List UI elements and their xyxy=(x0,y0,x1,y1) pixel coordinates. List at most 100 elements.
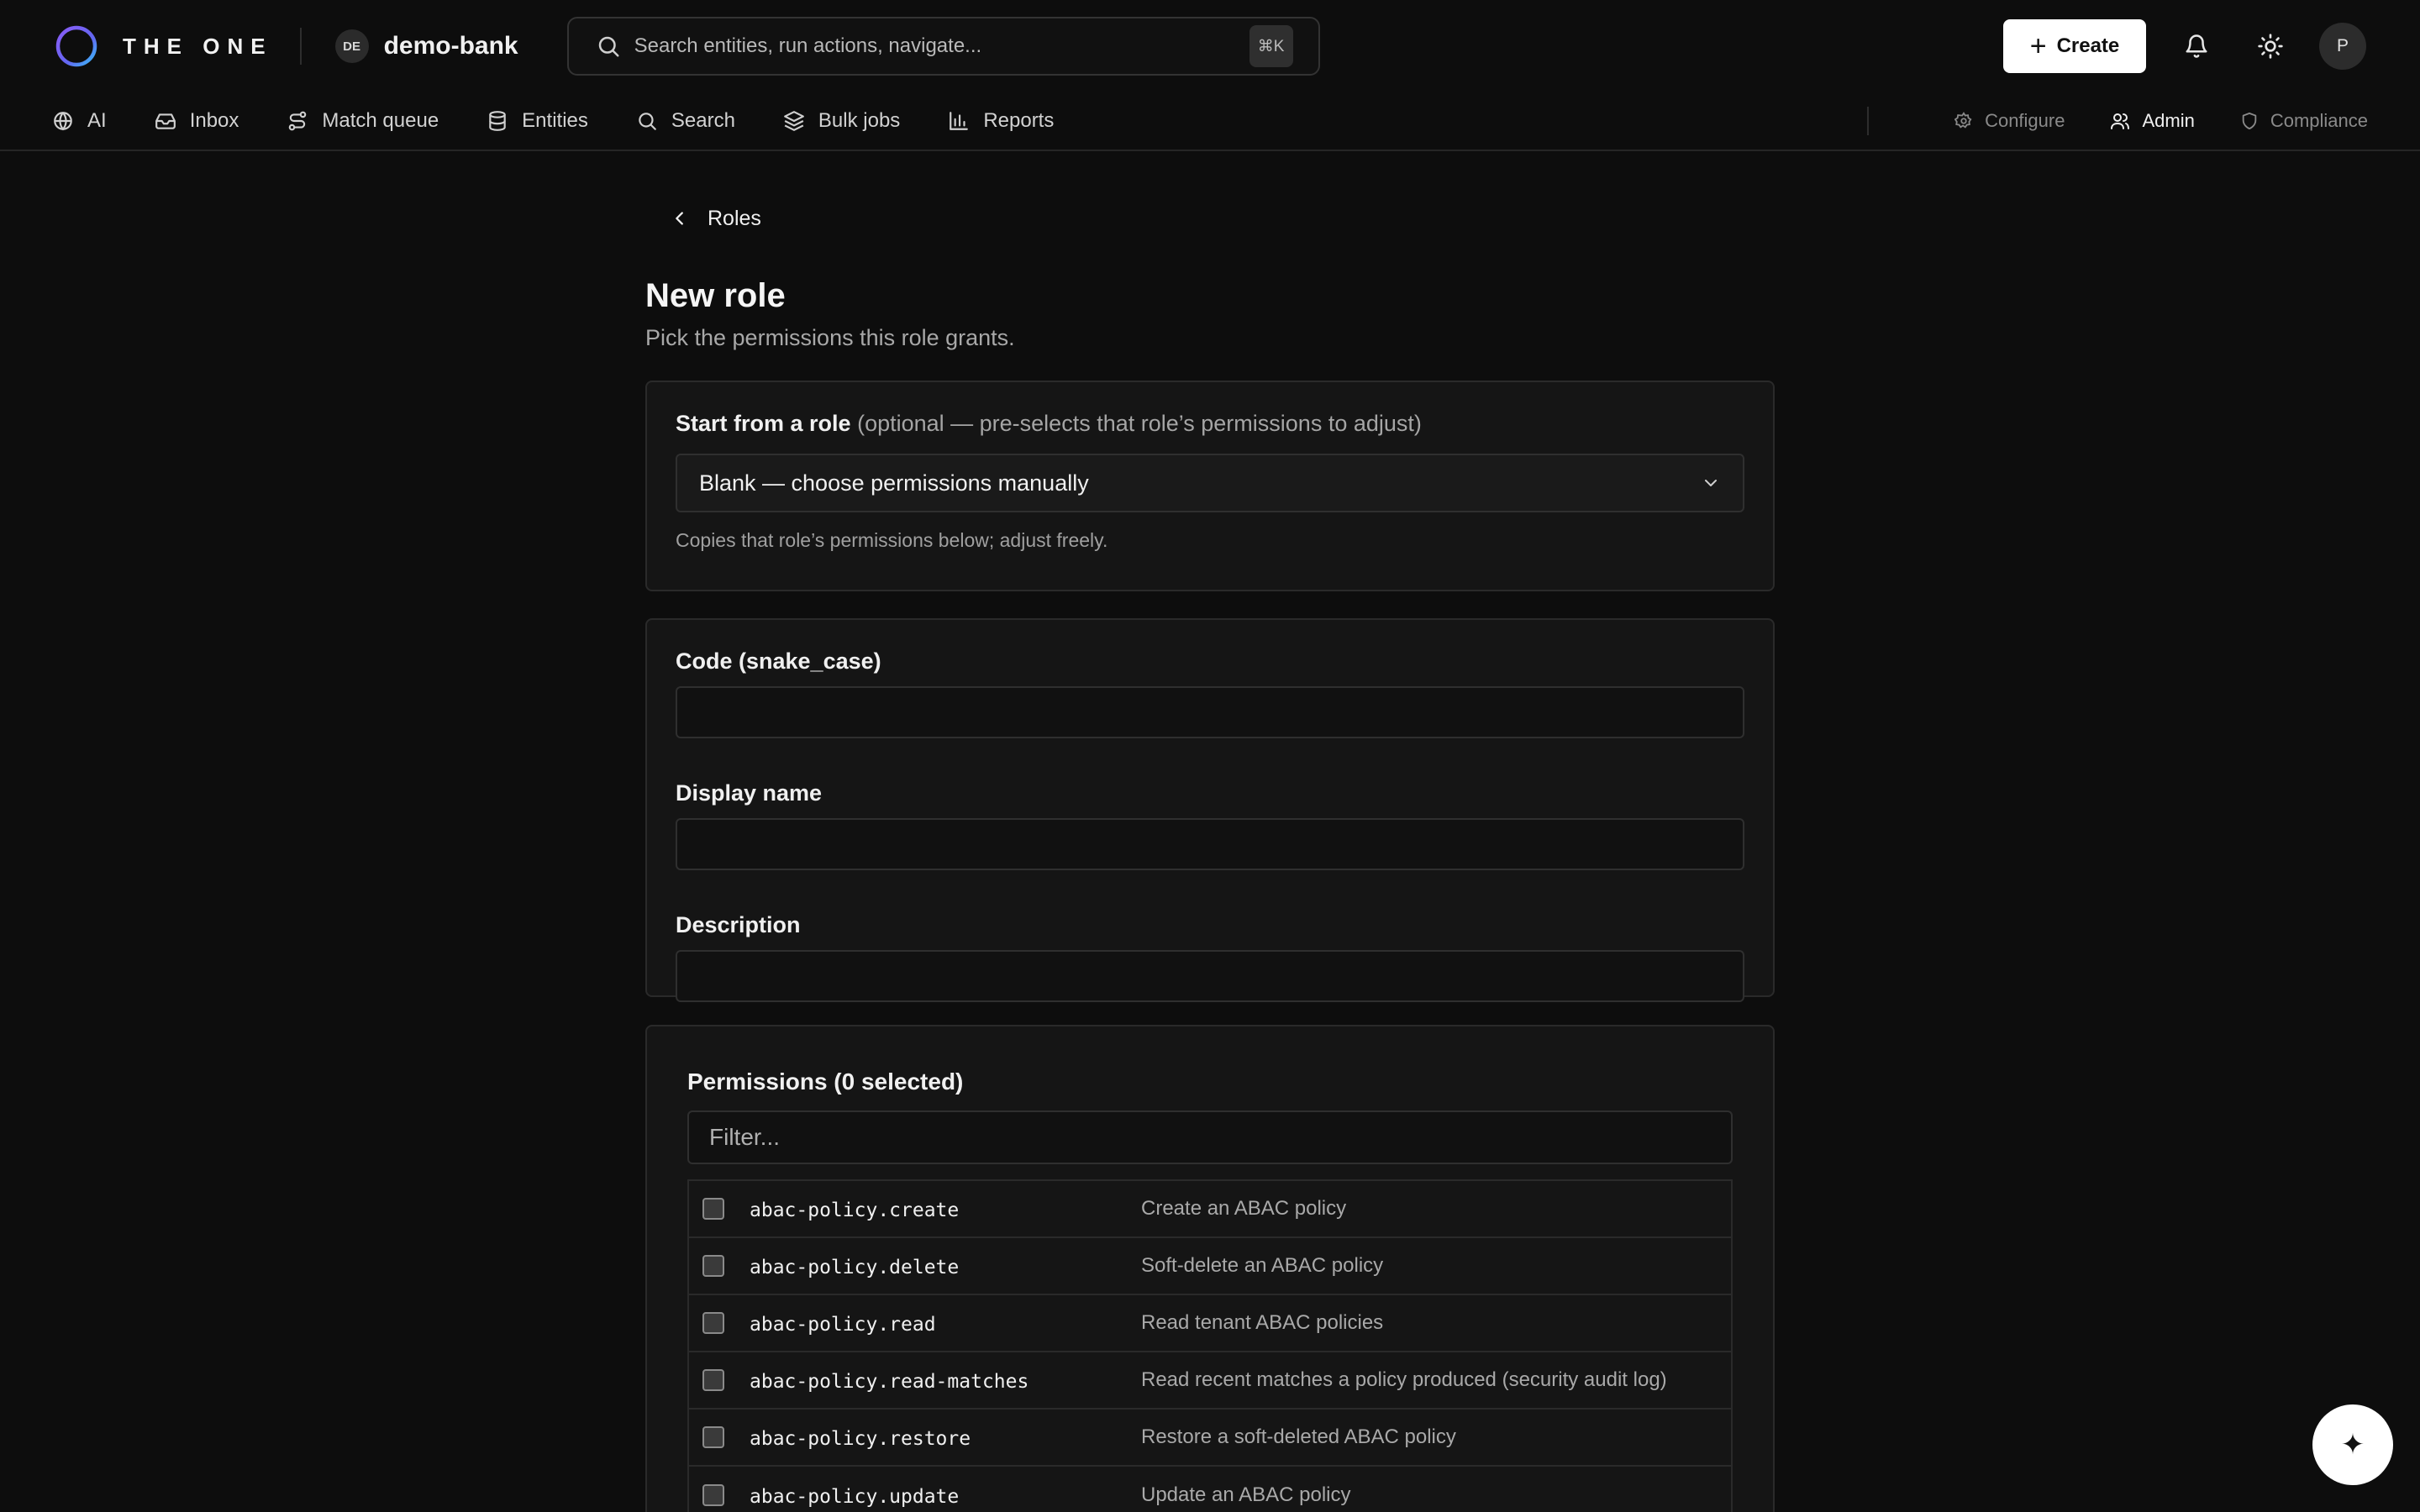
template-card: Start from a role (optional — pre-select… xyxy=(645,381,1775,591)
notifications-button[interactable] xyxy=(2170,19,2223,73)
search-shortcut: ⌘K xyxy=(1249,25,1293,67)
nav-item-bulk-jobs[interactable]: Bulk jobs xyxy=(783,109,900,133)
nav-item-ai[interactable]: AI xyxy=(52,109,107,133)
assistant-button[interactable]: ✦ xyxy=(2312,1404,2393,1485)
nav-item-search[interactable]: Search xyxy=(636,109,735,133)
main-nav: AI Inbox Match queue Entities Search Bul… xyxy=(0,92,2420,151)
nav-item-label: Compliance xyxy=(2270,110,2368,131)
chevron-left-icon xyxy=(676,212,683,225)
permission-description: Restore a soft-deleted ABAC policy xyxy=(1141,1425,1456,1448)
permission-row[interactable]: abac-policy.create Create an ABAC policy xyxy=(689,1181,1731,1238)
template-hint: Copies that role’s permissions below; ad… xyxy=(676,529,1108,551)
shield-icon xyxy=(2242,112,2257,130)
back-link[interactable]: Roles xyxy=(671,202,1775,235)
permission-description: Read recent matches a policy produced (s… xyxy=(1141,1368,1667,1391)
nav-item-label: AI xyxy=(87,109,107,132)
permissions-title: Permissions (0 selected) xyxy=(687,1068,964,1095)
display-name-input[interactable] xyxy=(676,818,1744,870)
permission-row[interactable]: abac-policy.restore Restore a soft-delet… xyxy=(689,1410,1731,1467)
permission-checkbox[interactable] xyxy=(702,1369,724,1391)
permission-code: abac-policy.read-matches xyxy=(750,1371,1029,1393)
permission-description: Update an ABAC policy xyxy=(1141,1483,1351,1506)
description-label: Description xyxy=(676,912,801,937)
back-link-label: Roles xyxy=(708,206,761,230)
permission-code: abac-policy.read xyxy=(750,1314,936,1336)
main-content: Roles New role Pick the permissions this… xyxy=(645,202,1775,1512)
code-input[interactable] xyxy=(676,686,1744,738)
users-icon xyxy=(2111,113,2130,129)
globe-icon xyxy=(54,112,72,131)
template-role-value: Blank — choose permissions manually xyxy=(699,470,1089,496)
brand-name: THE ONE xyxy=(123,33,273,59)
permission-checkbox[interactable] xyxy=(702,1484,724,1506)
bar-chart-icon xyxy=(950,112,969,130)
permission-code: abac-policy.restore xyxy=(750,1428,971,1450)
nav-item-match-queue[interactable]: Match queue xyxy=(287,109,439,133)
nav-item-reports[interactable]: Reports xyxy=(948,109,1054,133)
nav-item-entities[interactable]: Entities xyxy=(487,109,588,133)
nav-item-configure[interactable]: Configure xyxy=(1954,110,2065,132)
tenant-name: demo-bank xyxy=(383,32,518,60)
inbox-icon xyxy=(155,113,176,129)
page-subtitle: Pick the permissions this role grants. xyxy=(645,325,1015,350)
nav-item-label: Reports xyxy=(983,109,1055,132)
permission-checkbox[interactable] xyxy=(702,1255,724,1277)
nav-item-label: Search xyxy=(671,109,735,132)
route-icon xyxy=(289,111,307,131)
database-icon xyxy=(489,111,506,131)
nav-item-inbox[interactable]: Inbox xyxy=(155,109,239,133)
layers-icon xyxy=(784,111,804,131)
permission-code: abac-policy.update xyxy=(750,1486,960,1508)
nav-item-admin[interactable]: Admin xyxy=(2110,110,2195,132)
nav-item-compliance[interactable]: Compliance xyxy=(2240,110,2368,132)
permissions-filter-input[interactable] xyxy=(687,1110,1733,1164)
permission-code: abac-policy.delete xyxy=(750,1257,960,1278)
create-button-label: Create xyxy=(2056,34,2120,57)
sun-icon xyxy=(2258,34,2283,59)
search-icon xyxy=(639,113,656,130)
top-bar: THE ONE DE demo-bank Search entities, ru… xyxy=(0,0,2420,92)
nav-item-label: Inbox xyxy=(189,109,239,132)
permission-description: Soft-delete an ABAC policy xyxy=(1141,1254,1384,1277)
permission-description: Read tenant ABAC policies xyxy=(1141,1311,1384,1334)
bell-icon xyxy=(2186,34,2207,58)
nav-item-label: Bulk jobs xyxy=(818,109,901,132)
gear-icon xyxy=(1954,112,1972,129)
user-avatar[interactable]: P xyxy=(2319,23,2366,70)
search-placeholder: Search entities, run actions, navigate..… xyxy=(634,34,982,57)
template-label-note: (optional — pre-selects that role’s perm… xyxy=(857,411,1422,436)
nav-item-label: Entities xyxy=(522,109,588,132)
permission-code: abac-policy.create xyxy=(750,1200,960,1221)
code-label: Code (snake_case) xyxy=(676,648,881,674)
nav-item-label: Admin xyxy=(2142,110,2195,131)
tenant-switcher[interactable]: DE demo-bank xyxy=(334,29,518,63)
search-icon xyxy=(598,36,619,57)
create-button[interactable]: + Create xyxy=(2003,19,2146,73)
permission-row[interactable]: abac-policy.read Read tenant ABAC polici… xyxy=(689,1295,1731,1352)
nav-item-label: Configure xyxy=(1985,110,2065,131)
permissions-table: abac-policy.create Create an ABAC policy… xyxy=(687,1179,1733,1512)
sparkle-icon: ✦ xyxy=(2340,1429,2365,1461)
role-details-card: Code (snake_case) Display name Descripti… xyxy=(645,618,1775,1002)
theme-toggle-button[interactable] xyxy=(2244,19,2297,73)
permission-description: Create an ABAC policy xyxy=(1141,1197,1347,1220)
display-name-label: Display name xyxy=(676,780,823,806)
permission-checkbox[interactable] xyxy=(702,1198,724,1220)
global-search[interactable]: Search entities, run actions, navigate..… xyxy=(566,17,1320,76)
code-field-group: Code (snake_case) xyxy=(676,648,1744,738)
permission-row[interactable]: abac-policy.update Update an ABAC policy xyxy=(689,1467,1731,1512)
description-input[interactable] xyxy=(676,950,1744,1002)
nav-divider xyxy=(1867,107,1870,135)
page-title: New role xyxy=(645,277,786,314)
permissions-card: Permissions (0 selected) abac-policy.cre… xyxy=(645,1025,1775,1512)
permission-checkbox[interactable] xyxy=(702,1312,724,1334)
plus-icon: + xyxy=(2029,30,2047,62)
nav-item-label: Match queue xyxy=(322,109,439,132)
display-name-field-group: Display name xyxy=(676,780,1744,870)
template-label: Start from a role (optional — pre-select… xyxy=(676,411,1744,437)
brand-logo[interactable]: THE ONE xyxy=(54,24,273,69)
permission-row[interactable]: abac-policy.delete Soft-delete an ABAC p… xyxy=(689,1238,1731,1295)
template-role-select[interactable]: Blank — choose permissions manually xyxy=(676,454,1744,512)
permission-checkbox[interactable] xyxy=(702,1426,724,1448)
permission-row[interactable]: abac-policy.read-matches Read recent mat… xyxy=(689,1352,1731,1410)
